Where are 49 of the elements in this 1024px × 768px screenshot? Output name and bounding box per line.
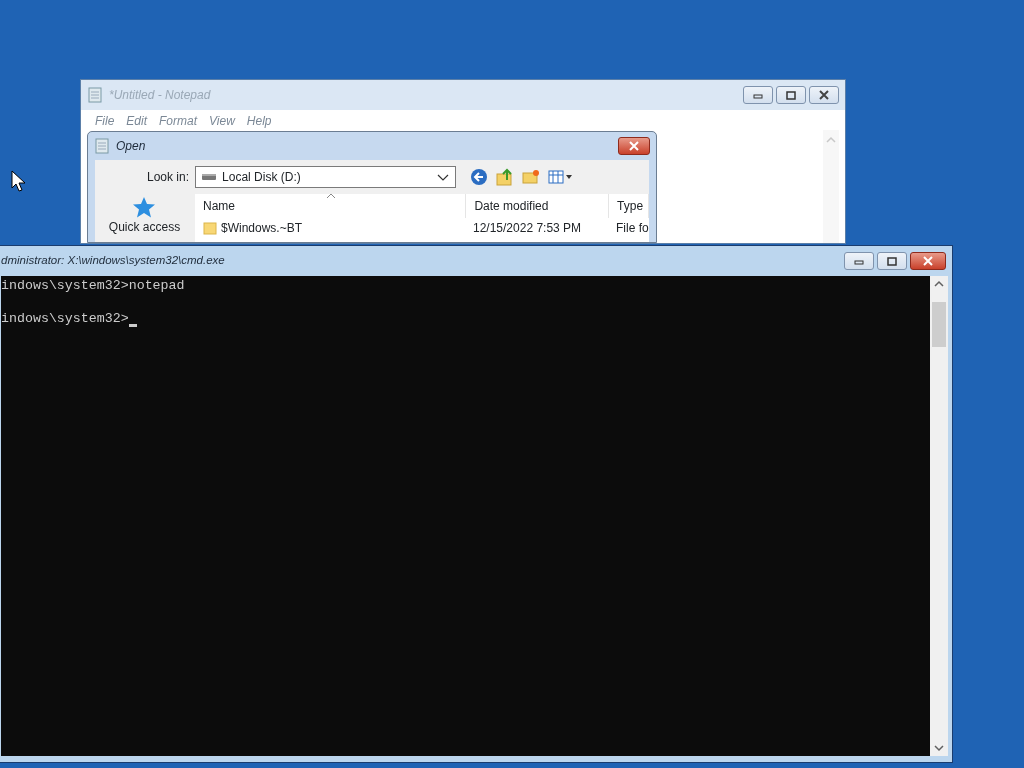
maximize-button[interactable]: [877, 252, 907, 270]
folder-icon: [203, 221, 217, 235]
console-line: indows\system32>: [1, 311, 129, 328]
menu-item[interactable]: File: [89, 110, 121, 130]
maximize-icon: [786, 90, 796, 100]
scrollbar[interactable]: [930, 276, 948, 756]
maximize-icon: [887, 256, 897, 266]
close-button[interactable]: [910, 252, 946, 270]
table-cell-text: 12/15/2022 7:53 PM: [472, 220, 583, 237]
back-icon[interactable]: [470, 168, 489, 186]
minimize-button[interactable]: [844, 252, 874, 270]
close-icon: [818, 90, 830, 100]
new-folder-icon[interactable]: [522, 168, 541, 186]
close-icon: [922, 256, 934, 266]
scrollbar[interactable]: [823, 130, 839, 243]
notepad-icon: [94, 138, 110, 154]
column-header[interactable]: Name: [195, 194, 467, 218]
nav-item[interactable]: Quick access: [108, 196, 181, 236]
drive-icon: [202, 173, 217, 181]
file-name[interactable]: $Windows.~BT: [221, 219, 303, 237]
nav-label: Quick access: [108, 219, 181, 236]
close-button[interactable]: [809, 86, 839, 104]
field-label: Look in:: [147, 169, 190, 186]
maximize-button[interactable]: [776, 86, 806, 104]
close-icon: [628, 141, 640, 151]
column-header[interactable]: Date modified: [466, 194, 610, 218]
minimize-icon: [854, 257, 864, 265]
table-cell-text: File fo: [615, 220, 649, 237]
dropdown-value: Local Disk (D:): [222, 169, 302, 186]
star-icon: [132, 196, 157, 218]
scroll-thumb[interactable]: [932, 302, 946, 347]
menu-item[interactable]: View: [203, 110, 241, 130]
up-folder-icon[interactable]: [496, 168, 515, 186]
window-title: *Untitled - Notepad: [109, 87, 211, 104]
column-header[interactable]: Type: [609, 194, 649, 218]
minimize-button[interactable]: [743, 86, 773, 104]
location-dropdown[interactable]: Local Disk (D:): [195, 166, 457, 188]
dialog-title: Open: [116, 138, 146, 155]
mouse-cursor-icon: [11, 170, 25, 192]
caret-icon: [437, 173, 450, 181]
menu-item[interactable]: Help: [240, 110, 278, 130]
menu-item[interactable]: Format: [153, 110, 204, 130]
close-button[interactable]: [618, 137, 650, 155]
notepad-icon: [87, 87, 103, 103]
minimize-icon: [753, 91, 763, 99]
window-title: dministrator: X:\windows\system32\cmd.exe: [1, 253, 225, 269]
console-line: indows\system32>notepad: [1, 278, 185, 295]
menu-item[interactable]: Edit: [120, 110, 154, 130]
view-menu-icon[interactable]: [548, 169, 575, 185]
